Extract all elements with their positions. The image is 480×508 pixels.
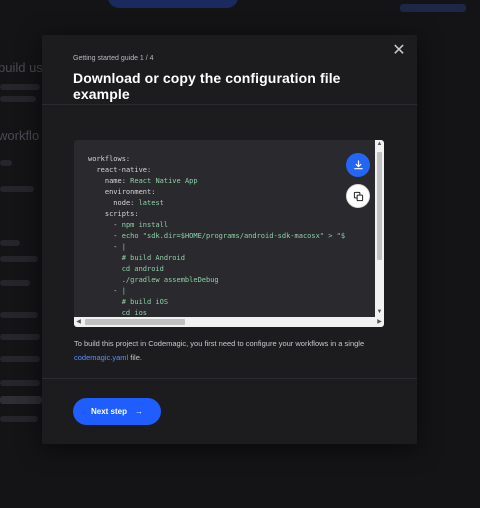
copy-button[interactable]: [346, 184, 370, 208]
scroll-right-icon[interactable]: ▶: [375, 317, 384, 327]
scroll-up-icon[interactable]: ▲: [375, 140, 384, 149]
background-top-link: [400, 4, 466, 12]
code-line: # build iOS: [121, 298, 169, 306]
code-line: # build Android: [121, 254, 185, 262]
scroll-down-icon[interactable]: ▼: [375, 308, 384, 317]
code-line: workflows:: [88, 155, 131, 163]
code-line: node: latest: [113, 199, 164, 207]
download-button[interactable]: [346, 153, 370, 177]
vertical-scroll-thumb[interactable]: [377, 152, 382, 260]
getting-started-modal: ✕ Getting started guide 1 / 4 Download o…: [42, 35, 417, 444]
scroll-left-icon[interactable]: ◀: [74, 317, 83, 327]
code-line: - |: [113, 243, 126, 251]
code-block: workflows: react-native: name: React Nat…: [88, 154, 345, 319]
background-subheading: workflo: [0, 128, 40, 143]
code-line: react-native:: [96, 166, 152, 174]
guide-step-label: Getting started guide 1 / 4: [73, 55, 154, 62]
arrow-right-icon: →: [135, 407, 143, 416]
close-icon[interactable]: ✕: [391, 43, 407, 59]
modal-header: Getting started guide 1 / 4 Download or …: [42, 35, 417, 105]
background-pill: [108, 0, 238, 8]
vertical-scrollbar[interactable]: ▲ ▼: [375, 140, 384, 317]
code-line: ./gradlew assembleDebug: [121, 276, 219, 284]
codemagic-yaml-link[interactable]: codemagic.yaml: [74, 353, 128, 362]
code-line: environment:: [104, 188, 156, 196]
next-step-label: Next step: [90, 407, 127, 416]
description-text: To build this project in Codemagic, you …: [74, 339, 365, 362]
code-line: - echo "sdk.dir=$HOME/programs/android-s…: [113, 232, 346, 240]
horizontal-scroll-thumb[interactable]: [85, 319, 185, 325]
code-line: name: React Native App: [104, 177, 198, 185]
code-line: - npm install: [113, 221, 169, 229]
download-icon: [353, 159, 363, 169]
next-step-button[interactable]: Next step →: [73, 398, 161, 425]
copy-icon: [353, 191, 363, 201]
code-snippet-panel: workflows: react-native: name: React Nat…: [74, 140, 384, 327]
code-line: - |: [113, 287, 126, 295]
modal-title: Download or copy the configuration file …: [73, 70, 341, 102]
code-line: scripts:: [104, 210, 139, 218]
modal-footer: Next step →: [42, 378, 417, 444]
code-line: cd android: [121, 265, 164, 273]
horizontal-scrollbar[interactable]: ◀ ▶: [74, 317, 384, 327]
